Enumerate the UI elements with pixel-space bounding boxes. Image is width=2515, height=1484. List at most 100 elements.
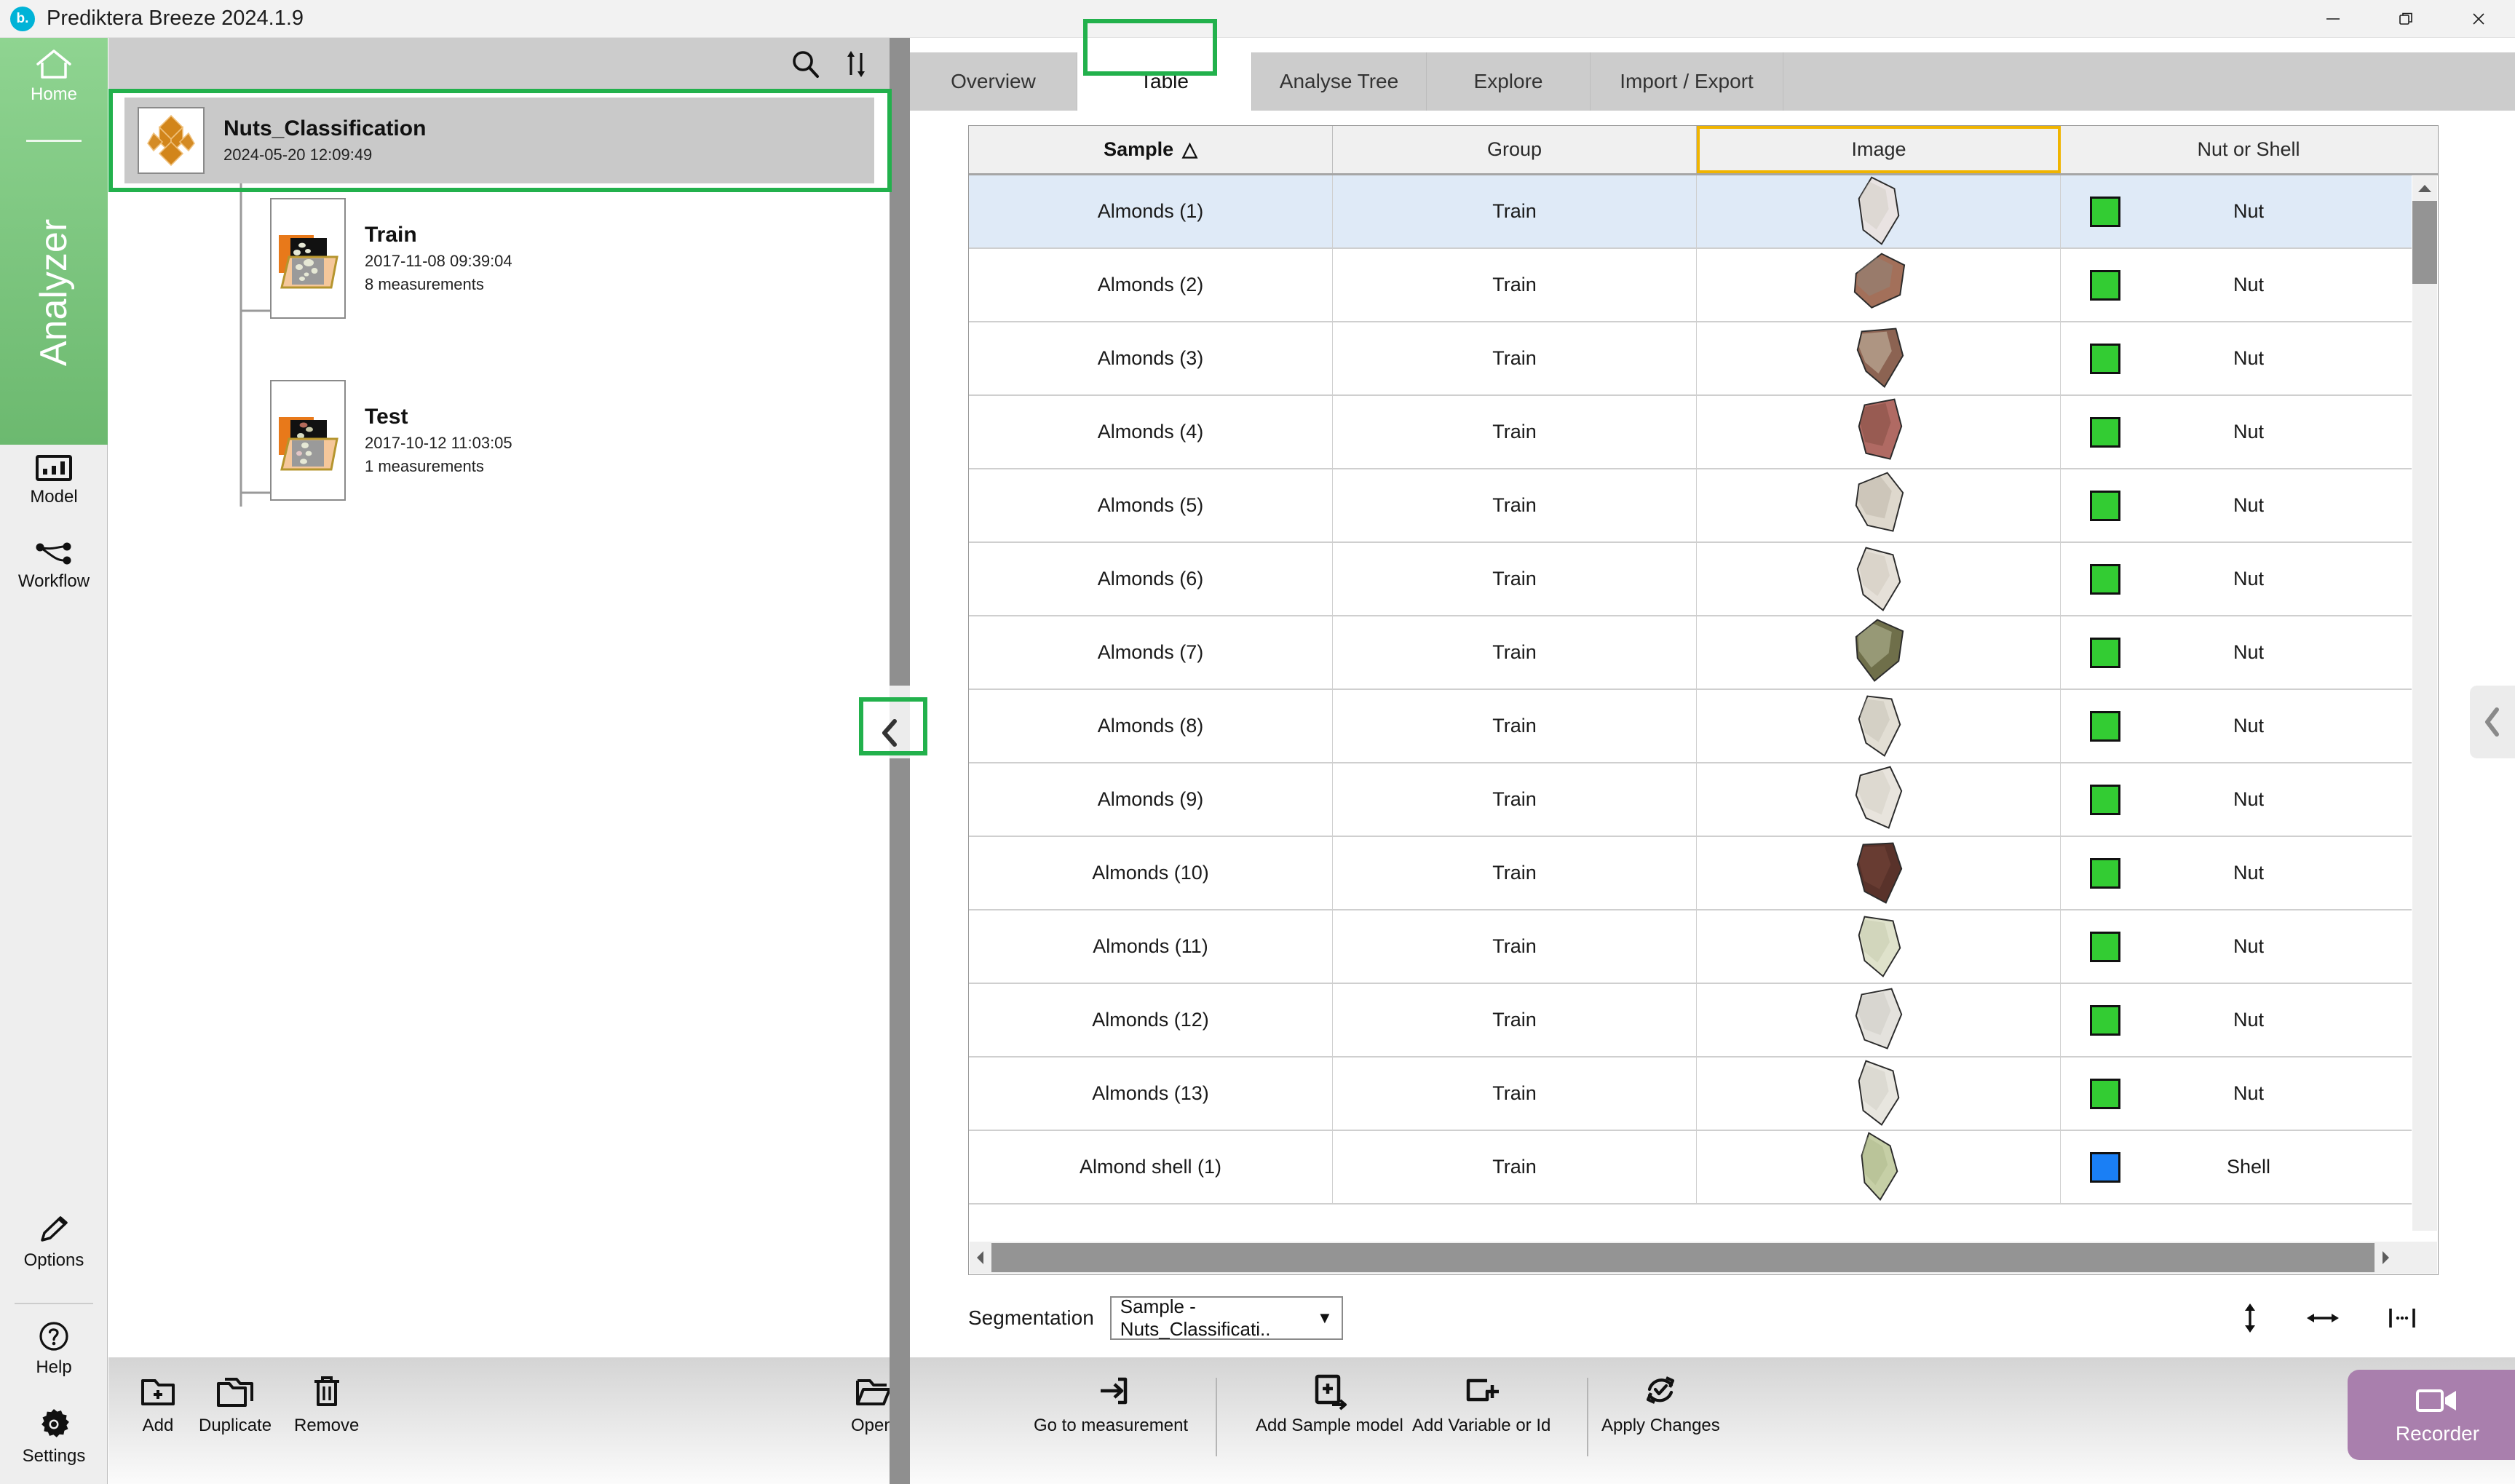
- cell-nut-or-shell-label: Nut: [2120, 200, 2377, 223]
- close-button[interactable]: [2442, 0, 2515, 38]
- cell-group: Train: [1333, 910, 1697, 983]
- tab-explore[interactable]: Explore: [1427, 52, 1591, 111]
- tab-import-export[interactable]: Import / Export: [1591, 52, 1783, 111]
- class-color-swatch: [2090, 1152, 2120, 1183]
- tree-connector-lines: [108, 143, 890, 1410]
- tree-item-train-title: Train: [365, 223, 512, 247]
- cell-nut-or-shell-label: Nut: [2120, 347, 2377, 370]
- sidebar-item-workflow-label: Workflow: [18, 571, 90, 592]
- class-color-swatch: [2090, 638, 2120, 668]
- table-vertical-scrollbar[interactable]: [2412, 176, 2437, 1231]
- fit-height-icon[interactable]: [2241, 1302, 2259, 1334]
- nut-thumbnail: [1850, 175, 1907, 247]
- segmentation-dropdown[interactable]: Sample - Nuts_Classificati.. ▼: [1110, 1296, 1343, 1340]
- sidebar-item-workflow[interactable]: Workflow: [0, 540, 108, 592]
- table-row[interactable]: Almond shell (1)TrainShell: [969, 1131, 2412, 1205]
- nut-thumbnail: [1850, 984, 1907, 1056]
- table-row[interactable]: Almonds (12)TrainNut: [969, 984, 2412, 1058]
- table-row[interactable]: Almonds (10)TrainNut: [969, 837, 2412, 910]
- cell-sample: Almonds (6): [969, 543, 1333, 615]
- maximize-restore-button[interactable]: [2369, 0, 2442, 38]
- table-row[interactable]: Almonds (9)TrainNut: [969, 763, 2412, 837]
- tree-item-root[interactable]: Nuts_Classification 2024-05-20 12:09:49: [124, 98, 874, 183]
- duplicate-button[interactable]: Duplicate: [199, 1370, 272, 1436]
- table-row[interactable]: Almonds (13)TrainNut: [969, 1058, 2412, 1131]
- sort-updown-icon[interactable]: [841, 47, 871, 81]
- tab-overview[interactable]: Overview: [910, 52, 1077, 111]
- rect-plus-icon: [1461, 1370, 1502, 1411]
- cell-nut-or-shell-label: Nut: [2120, 1009, 2377, 1031]
- sidebar-item-settings[interactable]: Settings: [0, 1406, 108, 1467]
- app-logo-icon: b.: [10, 7, 35, 31]
- nut-thumbnail: [1850, 1058, 1907, 1130]
- vertical-scroll-thumb[interactable]: [2412, 201, 2437, 284]
- window-controls: [2297, 0, 2515, 38]
- cell-sample: Almonds (13): [969, 1058, 1333, 1130]
- tab-analyse-tree[interactable]: Analyse Tree: [1252, 52, 1427, 111]
- cell-nut-or-shell: Shell: [2061, 1131, 2410, 1203]
- chevron-left-icon[interactable]: [877, 717, 902, 749]
- tree-item-train[interactable]: Train 2017-11-08 09:39:04 8 measurements: [270, 198, 823, 319]
- cell-nut-or-shell: Nut: [2061, 763, 2410, 836]
- fit-width-icon[interactable]: [2305, 1307, 2341, 1329]
- search-icon[interactable]: [789, 47, 823, 81]
- recorder-button[interactable]: Recorder: [2348, 1370, 2515, 1460]
- cell-image: [1697, 910, 2061, 983]
- add-variable-or-id-button[interactable]: Add Variable or Id: [1412, 1370, 1550, 1436]
- cell-group: Train: [1333, 1131, 1697, 1203]
- table-row[interactable]: Almonds (3)TrainNut: [969, 322, 2412, 396]
- project-panel: Nuts_Classification 2024-05-20 12:09:49: [108, 38, 890, 1357]
- column-header-sample-label: Sample: [1104, 138, 1173, 161]
- scroll-right-icon[interactable]: [2375, 1242, 2396, 1274]
- right-panel-collapse-button[interactable]: [2470, 686, 2515, 758]
- class-color-swatch: [2090, 932, 2120, 962]
- cell-nut-or-shell: Nut: [2061, 984, 2410, 1056]
- table-row[interactable]: Almonds (11)TrainNut: [969, 910, 2412, 984]
- sidebar-item-help[interactable]: Help: [0, 1319, 108, 1378]
- tab-table[interactable]: Table: [1077, 52, 1252, 111]
- column-header-nut-or-shell[interactable]: Nut or Shell: [2061, 126, 2436, 173]
- column-spacing-icon[interactable]: [2386, 1304, 2418, 1333]
- open-button[interactable]: Open: [851, 1370, 894, 1436]
- cell-nut-or-shell-label: Nut: [2120, 788, 2377, 811]
- column-header-group[interactable]: Group: [1333, 126, 1697, 173]
- table-row[interactable]: Almonds (1)TrainNut: [969, 175, 2412, 249]
- cell-nut-or-shell: Nut: [2061, 543, 2410, 615]
- sidebar-item-model[interactable]: Model: [0, 453, 108, 507]
- column-header-image[interactable]: Image: [1697, 126, 2061, 173]
- table-horizontal-scrollbar[interactable]: [970, 1242, 2437, 1274]
- bottom-splitter: [890, 1357, 910, 1484]
- add-sample-model-button[interactable]: Add Sample model: [1256, 1370, 1403, 1436]
- scroll-left-icon[interactable]: [970, 1242, 991, 1274]
- sidebar-item-settings-label: Settings: [23, 1446, 86, 1467]
- minimize-button[interactable]: [2297, 0, 2369, 38]
- tree-item-test[interactable]: Test 2017-10-12 11:03:05 1 measurements: [270, 380, 823, 501]
- sidebar-item-options[interactable]: Options: [0, 1213, 108, 1271]
- video-camera-icon: [2414, 1384, 2462, 1416]
- tree-item-train-text: Train 2017-11-08 09:39:04 8 measurements: [365, 223, 512, 294]
- nut-thumbnail: [1850, 616, 1907, 689]
- sidebar-item-home[interactable]: Home: [0, 47, 108, 105]
- table-row[interactable]: Almonds (4)TrainNut: [969, 396, 2412, 469]
- sidebar-item-home-label: Home: [31, 84, 77, 105]
- cell-image: [1697, 1131, 2061, 1203]
- table-row[interactable]: Almonds (6)TrainNut: [969, 543, 2412, 616]
- cell-group: Train: [1333, 469, 1697, 541]
- cell-nut-or-shell: Nut: [2061, 837, 2410, 909]
- table-row[interactable]: Almonds (2)TrainNut: [969, 249, 2412, 322]
- apply-changes-button[interactable]: Apply Changes: [1601, 1370, 1720, 1436]
- table-row[interactable]: Almonds (8)TrainNut: [969, 690, 2412, 763]
- table-row[interactable]: Almonds (7)TrainNut: [969, 616, 2412, 690]
- scroll-up-icon[interactable]: [2412, 176, 2437, 201]
- table-row[interactable]: Almonds (5)TrainNut: [969, 469, 2412, 543]
- column-header-sample[interactable]: Sample △: [969, 126, 1333, 173]
- go-to-measurement-button[interactable]: Go to measurement: [1034, 1370, 1188, 1436]
- cell-sample: Almonds (9): [969, 763, 1333, 836]
- cell-group: Train: [1333, 984, 1697, 1056]
- remove-button[interactable]: Remove: [294, 1370, 359, 1436]
- nut-thumbnail: [1850, 763, 1907, 836]
- add-button[interactable]: Add: [138, 1370, 178, 1436]
- horizontal-scroll-thumb[interactable]: [991, 1243, 2375, 1272]
- class-color-swatch: [2090, 1079, 2120, 1109]
- apply-changes-label: Apply Changes: [1601, 1416, 1720, 1436]
